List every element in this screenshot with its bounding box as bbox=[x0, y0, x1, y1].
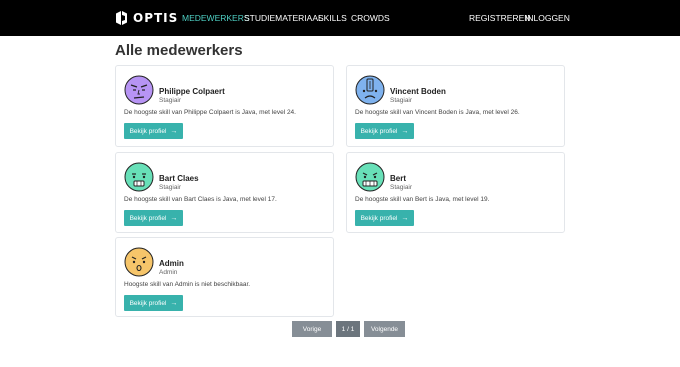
page-indicator: 1 / 1 bbox=[336, 321, 360, 337]
employee-card: Admin Admin Hoogste skill van Admin is n… bbox=[115, 237, 334, 317]
employee-card: Bert Stagiair De hoogste skill van Bert … bbox=[346, 152, 565, 233]
brand-name: OPTIS bbox=[133, 11, 179, 25]
employee-card: Vincent Boden Stagiair De hoogste skill … bbox=[346, 65, 565, 147]
employee-role: Stagiair bbox=[390, 184, 413, 191]
nav-link-medewerkers[interactable]: MEDEWERKERS bbox=[182, 13, 250, 24]
nav-link-crowds[interactable]: CROWDS bbox=[351, 13, 390, 24]
employee-card: Philippe Colpaert Stagiair De hoogste sk… bbox=[115, 65, 334, 147]
view-profile-label: Bekijk profiel bbox=[129, 214, 167, 222]
top-navbar: OPTIS MEDEWERKERS STUDIEMATERIAAL SKILLS… bbox=[0, 0, 680, 36]
avatar-icon bbox=[124, 75, 154, 105]
avatar-icon bbox=[355, 75, 385, 105]
employee-name: Admin bbox=[159, 259, 184, 268]
page-title: Alle medewerkers bbox=[115, 42, 243, 59]
employee-name: Philippe Colpaert bbox=[159, 87, 225, 96]
arrow-right-icon: → bbox=[170, 214, 178, 222]
nav-link-studiemateriaal[interactable]: STUDIEMATERIAAL bbox=[244, 13, 323, 24]
optis-logo-icon bbox=[116, 11, 127, 25]
employee-role: Admin bbox=[159, 269, 178, 276]
arrow-right-icon: → bbox=[401, 127, 409, 135]
employee-role: Stagiair bbox=[159, 184, 182, 191]
employee-name: Bert bbox=[390, 174, 407, 183]
view-profile-button[interactable]: Bekijk profiel → bbox=[124, 210, 183, 226]
employee-skill-text: Hoogste skill van Admin is niet beschikb… bbox=[124, 281, 251, 288]
employee-skill-text: De hoogste skill van Bert is Java, met l… bbox=[355, 196, 490, 203]
nav-link-registreren[interactable]: REGISTREREN bbox=[469, 13, 530, 24]
employee-card: Bart Claes Stagiair De hoogste skill van… bbox=[115, 152, 334, 233]
employee-name: Vincent Boden bbox=[390, 87, 446, 96]
employee-name: Bart Claes bbox=[159, 174, 199, 183]
view-profile-label: Bekijk profiel bbox=[360, 214, 398, 222]
previous-page-button[interactable]: Vorige bbox=[292, 321, 332, 337]
employee-role: Stagiair bbox=[390, 97, 413, 104]
avatar-icon bbox=[124, 247, 154, 277]
employee-skill-text: De hoogste skill van Philippe Colpaert i… bbox=[124, 109, 296, 116]
arrow-right-icon: → bbox=[170, 299, 178, 307]
view-profile-button[interactable]: Bekijk profiel → bbox=[355, 123, 414, 139]
employee-skill-text: De hoogste skill van Vincent Boden is Ja… bbox=[355, 109, 520, 116]
nav-link-skills[interactable]: SKILLS bbox=[318, 13, 347, 24]
view-profile-label: Bekijk profiel bbox=[360, 127, 398, 135]
employee-skill-text: De hoogste skill van Bart Claes is Java,… bbox=[124, 196, 277, 203]
arrow-right-icon: → bbox=[170, 127, 178, 135]
brand-logo-link[interactable]: OPTIS bbox=[115, 10, 178, 26]
view-profile-label: Bekijk profiel bbox=[129, 127, 167, 135]
view-profile-button[interactable]: Bekijk profiel → bbox=[355, 210, 414, 226]
arrow-right-icon: → bbox=[401, 214, 409, 222]
view-profile-button[interactable]: Bekijk profiel → bbox=[124, 123, 183, 139]
avatar-icon bbox=[355, 162, 385, 192]
next-page-button[interactable]: Volgende bbox=[364, 321, 405, 337]
view-profile-label: Bekijk profiel bbox=[129, 299, 167, 307]
view-profile-button[interactable]: Bekijk profiel → bbox=[124, 295, 183, 311]
employee-role: Stagiair bbox=[159, 97, 182, 104]
nav-link-inloggen[interactable]: INLOGGEN bbox=[525, 13, 570, 24]
avatar-icon bbox=[124, 162, 154, 192]
